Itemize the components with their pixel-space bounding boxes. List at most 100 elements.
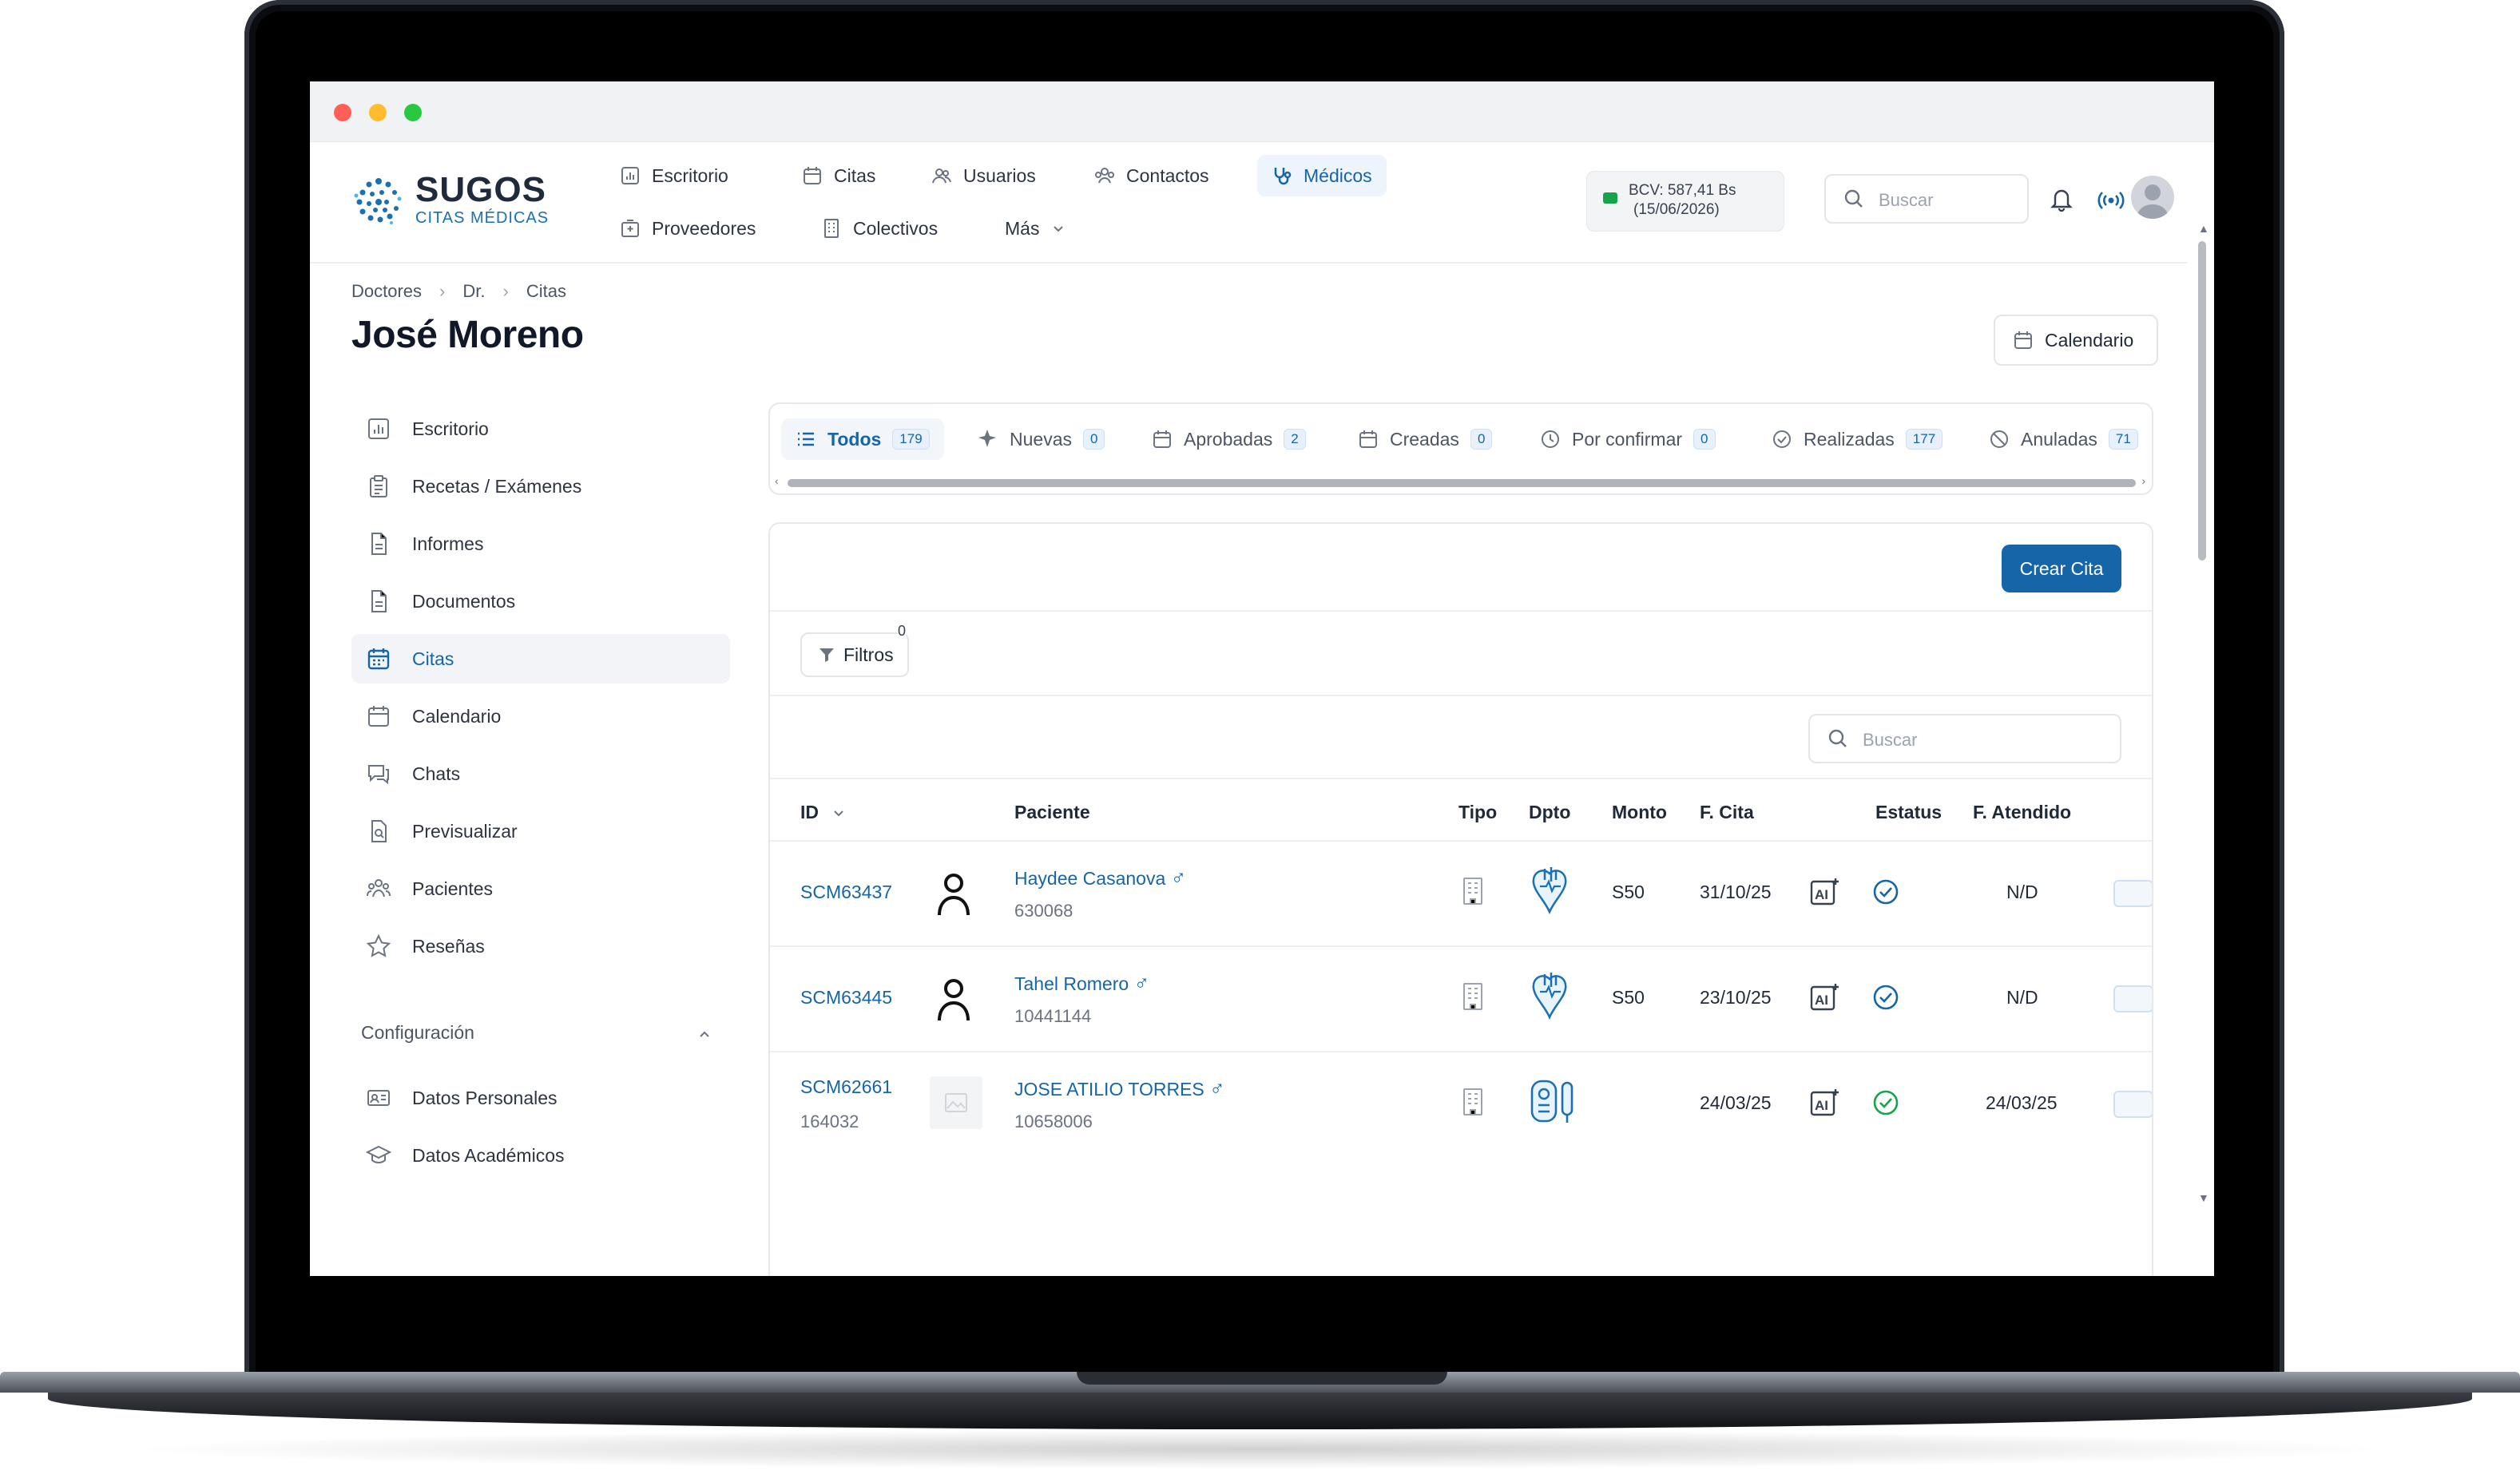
status-tabs: Todos 179 Nuevas 0 Aprobadas 2 Creadas 0… [768, 402, 2153, 495]
ai-icon[interactable]: AI [1810, 982, 1840, 1011]
sidebar-item-label: Chats [412, 763, 461, 784]
sidebar-item-recetas[interactable]: Recetas / Exámenes [351, 462, 730, 511]
nav-colectivos[interactable]: Colectivos [807, 208, 952, 249]
tabs-scroll-left[interactable]: ‹ [775, 474, 779, 487]
filters-button[interactable]: Filtros [800, 632, 909, 677]
stethoscope-icon [1274, 168, 1292, 185]
folder-icon[interactable] [2113, 985, 2152, 1012]
user-avatar[interactable] [2131, 176, 2174, 219]
sidebar-item-resenas[interactable]: Reseñas [351, 921, 730, 971]
sidebar-item-previsualizar[interactable]: Previsualizar [351, 806, 730, 856]
tab-label: Todos [827, 428, 882, 450]
page-scrollbar[interactable] [2198, 241, 2206, 561]
ai-icon[interactable]: AI [1810, 1088, 1840, 1116]
appointment-id[interactable]: SCM62661 [800, 1076, 892, 1098]
tab-todos[interactable]: Todos 179 [781, 418, 944, 460]
calendar-button[interactable]: Calendario [1994, 315, 2158, 366]
search-icon [1828, 729, 1847, 747]
column-header-id[interactable]: ID [800, 802, 846, 823]
close-window-button[interactable] [334, 104, 351, 121]
tab-count: 177 [1905, 429, 1943, 450]
tab-count: 0 [1693, 429, 1716, 450]
sidebar-item-chats[interactable]: Chats [351, 749, 730, 798]
tab-count: 179 [892, 429, 930, 450]
patient-name[interactable]: JOSE ATILIO TORRES ♂ [1014, 1076, 1225, 1101]
sidebar-item-label: Recetas / Exámenes [412, 475, 582, 497]
sidebar-item-label: Calendario [412, 705, 502, 727]
sidebar-item-informes[interactable]: Informes [351, 519, 730, 569]
live-signal-icon[interactable] [2097, 188, 2125, 212]
lab-test-icon [1530, 1080, 1574, 1123]
appointment-id[interactable]: SCM63437 [800, 882, 892, 903]
breadcrumb-dr[interactable]: Dr. [462, 281, 485, 302]
tabs-scrollbar[interactable] [788, 479, 2136, 487]
create-appointment-button[interactable]: Crear Cita [2002, 545, 2121, 592]
minimize-window-button[interactable] [369, 104, 387, 121]
tab-nuevas[interactable]: Nuevas 0 [962, 418, 1119, 460]
maximize-window-button[interactable] [404, 104, 422, 121]
column-header-dpto[interactable]: Dpto [1529, 802, 1570, 823]
tab-aprobadas[interactable]: Aprobadas 2 [1137, 418, 1320, 460]
tab-realizadas[interactable]: Realizadas 177 [1757, 418, 1957, 460]
breadcrumb-doctores[interactable]: Doctores [351, 281, 422, 302]
table-row[interactable]: SCM63445 Tahel Romero ♂ 10441144 S50 23/… [770, 945, 2152, 1051]
nav-label: Usuarios [963, 164, 1036, 186]
nav-escritorio[interactable]: Escritorio [605, 155, 743, 196]
attended-date: N/D [2006, 882, 2038, 902]
scroll-down-arrow[interactable]: ▼ [2198, 1191, 2209, 1204]
sidebar-item-citas[interactable]: Citas [351, 634, 730, 684]
nav-usuarios[interactable]: Usuarios [917, 155, 1050, 196]
column-header-monto[interactable]: Monto [1612, 802, 1667, 823]
patient-id: 10658006 [1014, 1112, 1093, 1131]
nav-mas[interactable]: Más [990, 208, 1081, 249]
tab-por-confirmar[interactable]: Por confirmar 0 [1526, 418, 1730, 460]
calendar-icon [368, 706, 389, 727]
sidebar-item-datos-personales[interactable]: Datos Personales [351, 1073, 730, 1123]
tab-anuladas[interactable]: Anuladas 71 [1974, 418, 2153, 460]
appointment-id[interactable]: SCM63445 [800, 987, 892, 1008]
sidebar-item-documentos[interactable]: Documentos [351, 577, 730, 626]
nav-proveedores[interactable]: Proveedores [605, 208, 770, 249]
column-header-f-cita[interactable]: F. Cita [1700, 802, 1754, 823]
column-header-estatus[interactable]: Estatus [1875, 802, 1942, 823]
logo-title: SUGOS [415, 170, 546, 209]
scroll-up-arrow[interactable]: ▲ [2198, 222, 2209, 235]
table-search-input[interactable]: Buscar [1808, 714, 2121, 763]
sidebar-item-label: Documentos [412, 590, 516, 612]
column-header-f-atendido[interactable]: F. Atendido [1973, 802, 2071, 823]
nav-citas[interactable]: Citas [788, 155, 890, 196]
attended-date: N/D [2006, 987, 2038, 1008]
header-search-input[interactable]: Buscar [1824, 174, 2029, 224]
star-icon [366, 933, 391, 957]
sidebar-item-label: Reseñas [412, 935, 485, 957]
ai-icon[interactable]: AI [1810, 877, 1840, 905]
tab-creadas[interactable]: Creadas 0 [1343, 418, 1506, 460]
bcv-rate-widget: BCV: 587,41 Bs (15/06/2026) [1586, 171, 1784, 232]
column-header-paciente[interactable]: Paciente [1014, 802, 1090, 823]
bell-icon[interactable] [2048, 185, 2075, 212]
chevron-up-icon[interactable] [696, 1027, 712, 1043]
sparkle-icon [978, 430, 996, 447]
patient-id: 10441144 [1014, 1006, 1092, 1026]
table-row[interactable]: SCM62661 164032 JOSE ATILIO TORRES ♂ 106… [770, 1051, 2152, 1156]
tabs-scroll-right[interactable]: › [2141, 474, 2145, 487]
page-title: José Moreno [351, 314, 584, 356]
nav-contactos[interactable]: Contactos [1080, 155, 1224, 196]
nav-medicos[interactable]: Médicos [1257, 155, 1387, 196]
sidebar-item-calendario[interactable]: Calendario [351, 691, 730, 741]
preview-icon [371, 820, 387, 842]
sidebar-item-escritorio[interactable]: Escritorio [351, 404, 730, 454]
table-row[interactable]: SCM63437 Haydee Casanova ♂ 630068 S50 31… [770, 840, 2152, 945]
laptop-base-bottom [48, 1393, 2472, 1429]
sidebar-item-pacientes[interactable]: Pacientes [351, 864, 730, 913]
folder-icon[interactable] [2113, 880, 2152, 907]
patient-name[interactable]: Tahel Romero ♂ [1014, 971, 1149, 996]
app-logo[interactable]: SUGOS CITAS MÉDICAS [351, 172, 549, 228]
column-header-tipo[interactable]: Tipo [1458, 802, 1497, 823]
sidebar-item-datos-academicos[interactable]: Datos Académicos [351, 1131, 730, 1180]
folder-icon[interactable] [2113, 1091, 2152, 1118]
nav-label: Médicos [1304, 164, 1372, 186]
chat-icon [368, 765, 389, 785]
patient-name[interactable]: Haydee Casanova ♂ [1014, 866, 1186, 890]
sidebar-config-section[interactable]: Configuración [361, 1022, 712, 1044]
